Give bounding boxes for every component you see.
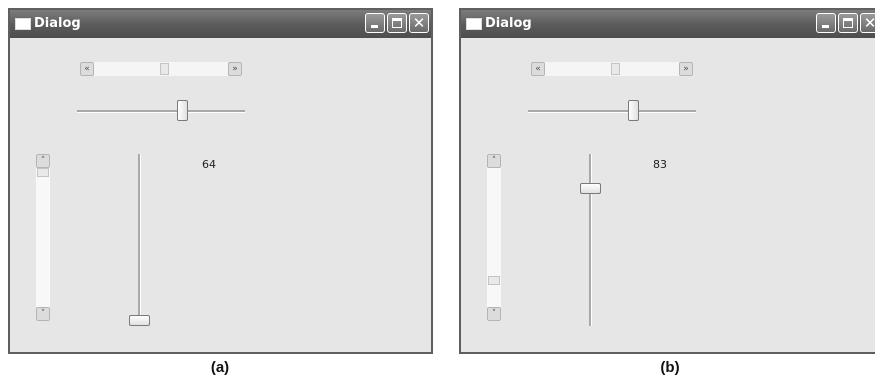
window-icon	[15, 18, 31, 30]
figure-caption-a: (a)	[210, 359, 230, 376]
scrollbar-thumb[interactable]	[488, 275, 500, 285]
dialog-window-a: Dialog ✕ « » ˄ ˅ 64	[8, 8, 433, 354]
title-bar[interactable]: Dialog ✕	[10, 10, 431, 38]
window-title: Dialog	[485, 16, 532, 31]
close-button[interactable]: ✕	[860, 13, 875, 33]
maximize-button[interactable]	[387, 13, 407, 33]
figure-caption-b: (b)	[660, 359, 680, 376]
scrollbar-thumb[interactable]	[160, 63, 170, 75]
value-label: 64	[202, 158, 216, 171]
vertical-scrollbar[interactable]: ˄ ˅	[36, 154, 50, 321]
maximize-icon	[843, 18, 853, 28]
maximize-icon	[392, 18, 402, 28]
vertical-slider[interactable]	[126, 154, 152, 326]
close-icon: ✕	[863, 14, 875, 32]
scroll-left-arrow-icon[interactable]: «	[531, 62, 545, 76]
slider-groove	[589, 154, 592, 326]
horizontal-scrollbar[interactable]: « »	[531, 62, 693, 76]
scroll-up-arrow-icon[interactable]: ˄	[36, 154, 50, 168]
slider-groove	[77, 110, 245, 113]
slider-handle[interactable]	[129, 315, 150, 326]
minimize-icon	[371, 25, 378, 28]
title-bar[interactable]: Dialog ✕	[461, 10, 875, 38]
dialog-window-b: Dialog ✕ « » ˄ ˅ 83	[459, 8, 875, 354]
horizontal-scrollbar[interactable]: « »	[80, 62, 242, 76]
slider-groove	[528, 110, 696, 113]
minimize-icon	[822, 25, 829, 28]
slider-handle[interactable]	[628, 100, 640, 121]
window-icon	[466, 18, 482, 30]
horizontal-slider[interactable]	[77, 98, 245, 124]
scrollbar-thumb[interactable]	[37, 168, 49, 177]
scroll-left-arrow-icon[interactable]: «	[80, 62, 94, 76]
vertical-slider[interactable]	[577, 154, 603, 326]
scroll-down-arrow-icon[interactable]: ˅	[487, 307, 501, 321]
scroll-right-arrow-icon[interactable]: »	[679, 62, 693, 76]
slider-handle[interactable]	[177, 100, 189, 121]
vertical-scrollbar[interactable]: ˄ ˅	[487, 154, 501, 321]
scroll-down-arrow-icon[interactable]: ˅	[36, 307, 50, 321]
value-label: 83	[653, 158, 667, 171]
scroll-right-arrow-icon[interactable]: »	[228, 62, 242, 76]
horizontal-slider[interactable]	[528, 98, 696, 124]
window-title: Dialog	[34, 16, 81, 31]
slider-groove	[138, 154, 141, 326]
minimize-button[interactable]	[816, 13, 836, 33]
slider-handle[interactable]	[580, 182, 601, 194]
close-button[interactable]: ✕	[409, 13, 429, 33]
scroll-up-arrow-icon[interactable]: ˄	[487, 154, 501, 168]
maximize-button[interactable]	[838, 13, 858, 33]
close-icon: ✕	[412, 14, 426, 32]
minimize-button[interactable]	[365, 13, 385, 33]
scrollbar-thumb[interactable]	[611, 63, 621, 75]
